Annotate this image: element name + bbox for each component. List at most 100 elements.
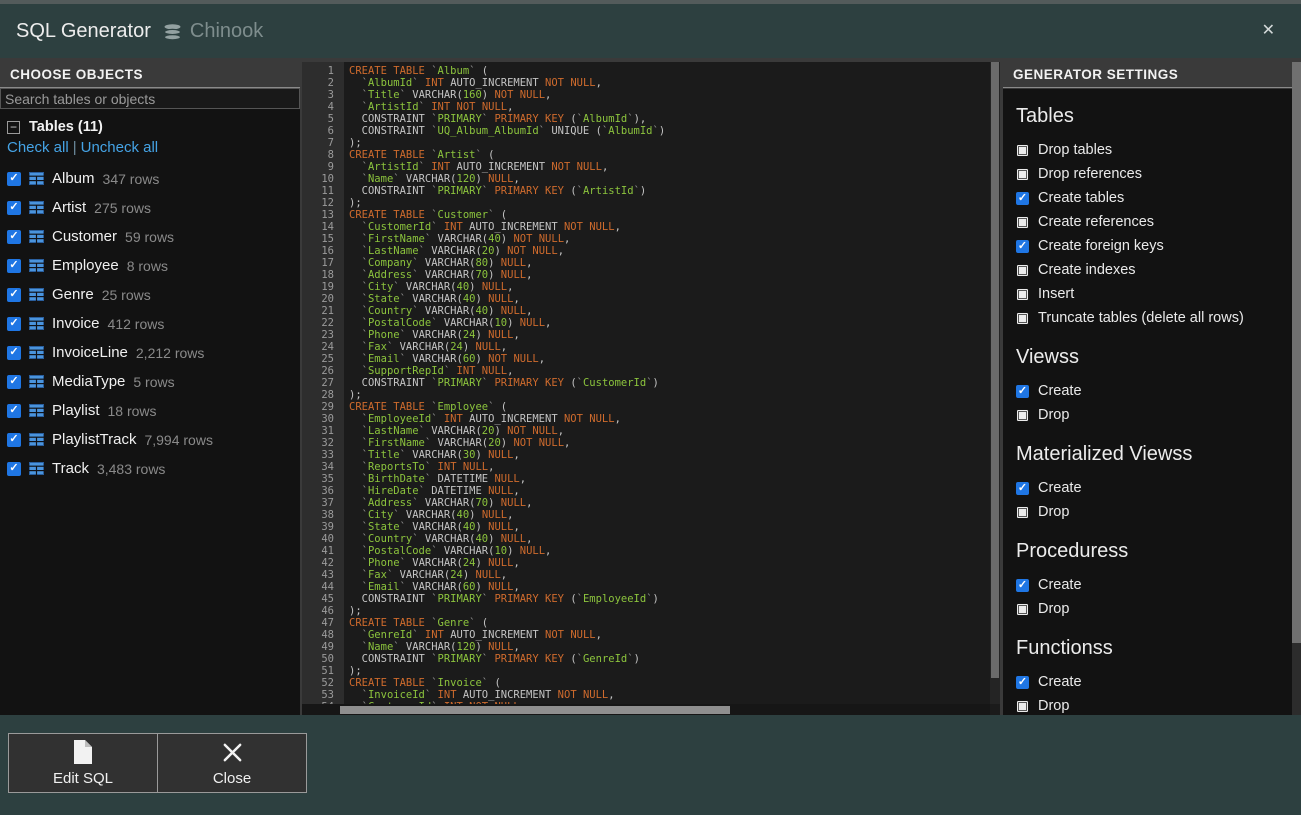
scrollbar-thumb[interactable]	[340, 706, 730, 714]
line-number: 29	[302, 401, 344, 413]
settings-checkbox[interactable]: ✓	[1016, 579, 1029, 592]
settings-option[interactable]: ✓Create	[1016, 379, 1292, 403]
settings-option[interactable]: ✓Create foreign keys	[1016, 234, 1292, 258]
table-checkbox[interactable]: ✓	[7, 172, 21, 186]
settings-option[interactable]: Drop	[1016, 403, 1292, 427]
line-number: 41	[302, 545, 344, 557]
settings-checkbox[interactable]	[1016, 288, 1029, 301]
table-icon	[29, 404, 44, 417]
table-icon	[29, 201, 44, 214]
settings-option[interactable]: Drop	[1016, 694, 1292, 715]
settings-checkbox[interactable]	[1016, 264, 1029, 277]
settings-option-label: Truncate tables (delete all rows)	[1038, 310, 1244, 326]
table-checkbox[interactable]: ✓	[7, 317, 21, 331]
settings-vertical-scrollbar[interactable]	[1292, 62, 1301, 715]
code-line: 39 `State` VARCHAR(40) NULL,	[302, 521, 990, 533]
code-text: CREATE TABLE `Invoice` (	[344, 677, 501, 689]
scrollbar-thumb[interactable]	[1292, 62, 1301, 643]
database-icon	[163, 24, 182, 40]
table-checkbox[interactable]: ✓	[7, 230, 21, 244]
tables-group-label: Tables (11)	[29, 119, 103, 135]
scrollbar-thumb[interactable]	[991, 62, 999, 678]
line-number: 48	[302, 629, 344, 641]
code-text: `Phone` VARCHAR(24) NULL,	[344, 557, 520, 569]
editor-vertical-scrollbar[interactable]	[990, 62, 1000, 704]
sql-preview-editor[interactable]: 1CREATE TABLE `Album` (2 `AlbumId` INT A…	[302, 62, 1000, 715]
close-button[interactable]: Close	[157, 733, 307, 793]
code-line: 14 `CustomerId` INT AUTO_INCREMENT NOT N…	[302, 221, 990, 233]
code-line: 24 `Fax` VARCHAR(24) NULL,	[302, 341, 990, 353]
table-row[interactable]: ✓Genre25 rows	[7, 280, 300, 309]
code-line: 15 `FirstName` VARCHAR(40) NOT NULL,	[302, 233, 990, 245]
code-line: 53 `InvoiceId` INT AUTO_INCREMENT NOT NU…	[302, 689, 990, 701]
settings-option-label: Create	[1038, 480, 1082, 496]
table-row[interactable]: ✓InvoiceLine2,212 rows	[7, 338, 300, 367]
settings-checkbox[interactable]	[1016, 312, 1029, 325]
settings-option[interactable]: Drop	[1016, 597, 1292, 621]
table-row[interactable]: ✓Artist275 rows	[7, 193, 300, 222]
button-label: Edit SQL	[53, 770, 113, 787]
line-number: 26	[302, 365, 344, 377]
settings-option[interactable]: Drop references	[1016, 162, 1292, 186]
settings-option[interactable]: Create indexes	[1016, 258, 1292, 282]
table-row[interactable]: ✓Invoice412 rows	[7, 309, 300, 338]
table-row[interactable]: ✓Playlist18 rows	[7, 396, 300, 425]
code-text: CONSTRAINT `PRIMARY` PRIMARY KEY (`Genre…	[344, 653, 640, 665]
editor-horizontal-scrollbar[interactable]	[302, 704, 990, 715]
close-icon[interactable]: ✕	[1262, 23, 1275, 39]
code-text: `EmployeeId` INT AUTO_INCREMENT NOT NULL…	[344, 413, 621, 425]
settings-option[interactable]: ✓Create tables	[1016, 186, 1292, 210]
settings-option[interactable]: Create references	[1016, 210, 1292, 234]
check-all-link[interactable]: Check all	[7, 139, 69, 156]
table-row[interactable]: ✓MediaType5 rows	[7, 367, 300, 396]
line-number: 44	[302, 581, 344, 593]
code-text: `FirstName` VARCHAR(20) NOT NULL,	[344, 437, 570, 449]
settings-checkbox[interactable]: ✓	[1016, 192, 1029, 205]
table-name: Employee	[52, 257, 119, 274]
settings-option[interactable]: ✓ Create	[1016, 476, 1292, 500]
table-checkbox[interactable]: ✓	[7, 288, 21, 302]
table-checkbox[interactable]: ✓	[7, 404, 21, 418]
uncheck-all-link[interactable]: Uncheck all	[81, 139, 159, 156]
line-number: 46	[302, 605, 344, 617]
table-row[interactable]: ✓PlaylistTrack7,994 rows	[7, 425, 300, 454]
settings-checkbox[interactable]	[1016, 409, 1029, 422]
settings-checkbox[interactable]	[1016, 144, 1029, 157]
settings-checkbox[interactable]	[1016, 168, 1029, 181]
settings-option[interactable]: Drop tables	[1016, 138, 1292, 162]
table-row[interactable]: ✓Customer59 rows	[7, 222, 300, 251]
settings-option[interactable]: ✓Create	[1016, 670, 1292, 694]
settings-option[interactable]: Insert	[1016, 282, 1292, 306]
settings-option[interactable]: ✓Create	[1016, 573, 1292, 597]
settings-checkbox[interactable]	[1016, 603, 1029, 616]
edit-sql-button[interactable]: Edit SQL	[8, 733, 158, 793]
table-checkbox[interactable]: ✓	[7, 433, 21, 447]
settings-checkbox[interactable]: ✓	[1016, 240, 1029, 253]
choose-objects-panel: CHOOSE OBJECTS − Tables (11) Check all|U…	[0, 62, 300, 715]
code-line: 2 `AlbumId` INT AUTO_INCREMENT NOT NULL,	[302, 77, 990, 89]
search-input[interactable]	[0, 88, 300, 109]
tables-group-row[interactable]: − Tables (11)	[7, 119, 300, 135]
settings-checkbox[interactable]: ✓	[1016, 385, 1029, 398]
settings-checkbox[interactable]	[1016, 216, 1029, 229]
sql-code-area[interactable]: 1CREATE TABLE `Album` (2 `AlbumId` INT A…	[302, 62, 990, 704]
table-row[interactable]: ✓Album347 rows	[7, 164, 300, 193]
settings-section-title: Proceduress	[1016, 540, 1292, 563]
table-name: InvoiceLine	[52, 344, 128, 361]
settings-checkbox[interactable]	[1016, 700, 1029, 713]
settings-checkbox[interactable]: ✓	[1016, 482, 1029, 495]
table-row[interactable]: ✓Track3,483 rows	[7, 454, 300, 483]
table-row-count: 275 rows	[94, 200, 151, 216]
close-icon	[221, 739, 244, 765]
settings-option[interactable]: Truncate tables (delete all rows)	[1016, 306, 1292, 330]
table-checkbox[interactable]: ✓	[7, 375, 21, 389]
table-checkbox[interactable]: ✓	[7, 201, 21, 215]
table-checkbox[interactable]: ✓	[7, 462, 21, 476]
table-checkbox[interactable]: ✓	[7, 259, 21, 273]
collapse-icon[interactable]: −	[7, 121, 20, 134]
settings-checkbox[interactable]	[1016, 506, 1029, 519]
settings-option[interactable]: Drop	[1016, 500, 1292, 524]
table-row[interactable]: ✓Employee8 rows	[7, 251, 300, 280]
table-checkbox[interactable]: ✓	[7, 346, 21, 360]
settings-checkbox[interactable]: ✓	[1016, 676, 1029, 689]
